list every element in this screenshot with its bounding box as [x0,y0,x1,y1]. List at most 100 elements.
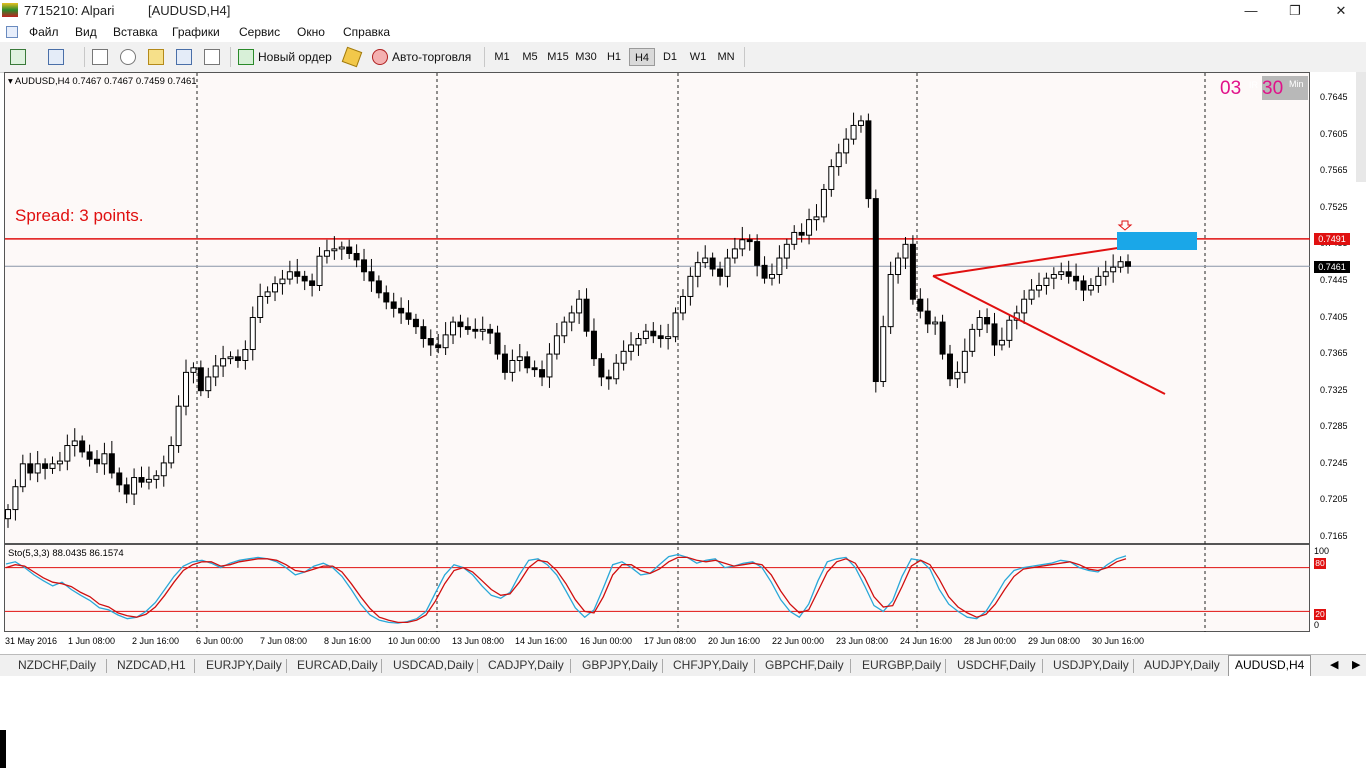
bull-candle [101,453,108,465]
bear-candle [309,280,316,286]
tab-audjpy-daily[interactable]: AUDJPY,Daily [1144,658,1220,672]
current-price-tag: 0.7461 [1314,261,1350,273]
bull-candle [739,239,746,250]
bull-candle [628,344,635,352]
tab-nzdchf-daily[interactable]: NZDCHF,Daily [18,658,96,672]
tab-usdjpy-daily[interactable]: USDJPY,Daily [1053,658,1129,672]
bear-candle [346,246,353,254]
bear-candle [583,298,590,332]
tab-chfjpy-daily[interactable]: CHFJPY,Daily [673,658,748,672]
symbol-info-text: AUDUSD,H4 0.7467 0.7467 0.7459 0.7461 [14,76,197,87]
bear-candle [1125,261,1131,267]
tab-eurjpy-daily[interactable]: EURJPY,Daily [206,658,282,672]
bull-candle [561,321,568,337]
bull-candle [1117,261,1124,268]
bull-candle [145,478,152,483]
bull-candle [679,295,686,314]
bull-candle [175,405,182,447]
bull-candle [880,326,887,383]
bear-candle [872,198,879,383]
bull-candle [1006,319,1013,341]
bull-candle [131,477,138,495]
time-tick-label: 31 May 2016 [5,636,58,646]
bear-candle [361,259,368,273]
bull-candle [34,463,41,474]
tab-audusd-h4[interactable]: AUDUSD,H4 [1228,655,1312,676]
bear-candle [197,367,204,392]
bull-candle [813,216,820,221]
bull-candle [857,120,864,126]
price-tick-label: 0.7605 [1320,128,1348,139]
bull-candle [1058,271,1065,276]
bull-candle [331,248,338,252]
tab-eurcad-daily[interactable]: EURCAD,Daily [297,658,378,672]
time-tick-label: 24 Jun 16:00 [900,636,953,646]
time-tick-label: 13 Jun 08:00 [452,636,505,646]
bear-candle [939,321,946,355]
bull-candle [546,353,553,378]
tab-cadjpy-daily[interactable]: CADJPY,Daily [488,658,564,672]
price-tick-label: 0.7365 [1320,348,1348,359]
bull-candle [49,463,56,469]
bull-candle [190,367,197,373]
time-tick-label: 2 Jun 16:00 [132,636,180,646]
bear-candle [427,338,434,346]
time-tick-label: 1 Jun 08:00 [68,636,116,646]
bear-candle [368,271,375,282]
bull-candle [902,243,909,259]
bear-candle [605,376,612,380]
bull-candle [479,328,486,332]
bear-candle [946,353,953,380]
bull-candle [64,445,71,462]
tab-gbpjpy-daily[interactable]: GBPJPY,Daily [582,658,658,672]
bull-candle [642,330,649,340]
bull-candle [316,255,323,286]
bear-candle [650,330,657,337]
tabs-scroll-right-icon[interactable]: ▶ [1352,658,1360,671]
bull-candle [665,336,672,340]
bull-candle [205,376,212,392]
bull-candle [442,334,449,349]
bull-candle [895,257,902,276]
bear-candle [457,321,464,328]
bull-candle [954,371,961,380]
tab-usdchf-daily[interactable]: USDCHF,Daily [957,658,1036,672]
timer-min-label: Min [1289,79,1304,89]
bear-candle [501,353,508,373]
bull-candle [835,152,842,168]
bear-candle [383,292,390,303]
time-tick-label: 14 Jun 16:00 [515,636,568,646]
tab-usdcad-daily[interactable]: USDCAD,Daily [393,658,474,672]
tab-eurgbp-daily[interactable]: EURGBP,Daily [862,658,941,672]
tab-nzdcad-h1[interactable]: NZDCAD,H1 [117,658,186,672]
bear-candle [917,298,924,312]
bull-candle [843,138,850,154]
bear-candle [42,463,49,469]
bull-candle [791,231,798,245]
tabs-scroll-left-icon[interactable]: ◀ [1330,658,1338,671]
tab-gbpchf-daily[interactable]: GBPCHF,Daily [765,658,844,672]
bear-candle [598,358,605,378]
price-tick-label: 0.7245 [1320,457,1348,468]
bear-candle [138,477,145,483]
bear-candle [435,344,442,349]
symbol-info: ▾ AUDUSD,H4 0.7467 0.7467 0.7459 0.7461 [8,76,197,87]
bear-candle [464,326,471,330]
bear-candle [398,307,405,314]
time-tick-label: 7 Jun 08:00 [260,636,308,646]
price-tick-label: 0.7205 [1320,494,1348,505]
bull-candle [286,271,293,280]
bear-candle [294,271,301,277]
bull-candle [450,321,457,336]
time-tick-label: 23 Jun 08:00 [836,636,889,646]
bull-candle [257,295,264,318]
bear-candle [27,463,34,474]
bear-candle [79,440,86,453]
bull-candle [553,335,560,355]
bear-candle [353,252,360,261]
stochastic-label: Sto(5,3,3) 88.0435 86.1574 [8,548,124,559]
bull-candle [1043,277,1050,286]
bear-candle [108,453,115,474]
price-tick-label: 0.7165 [1320,531,1348,541]
bear-candle [1080,280,1087,291]
